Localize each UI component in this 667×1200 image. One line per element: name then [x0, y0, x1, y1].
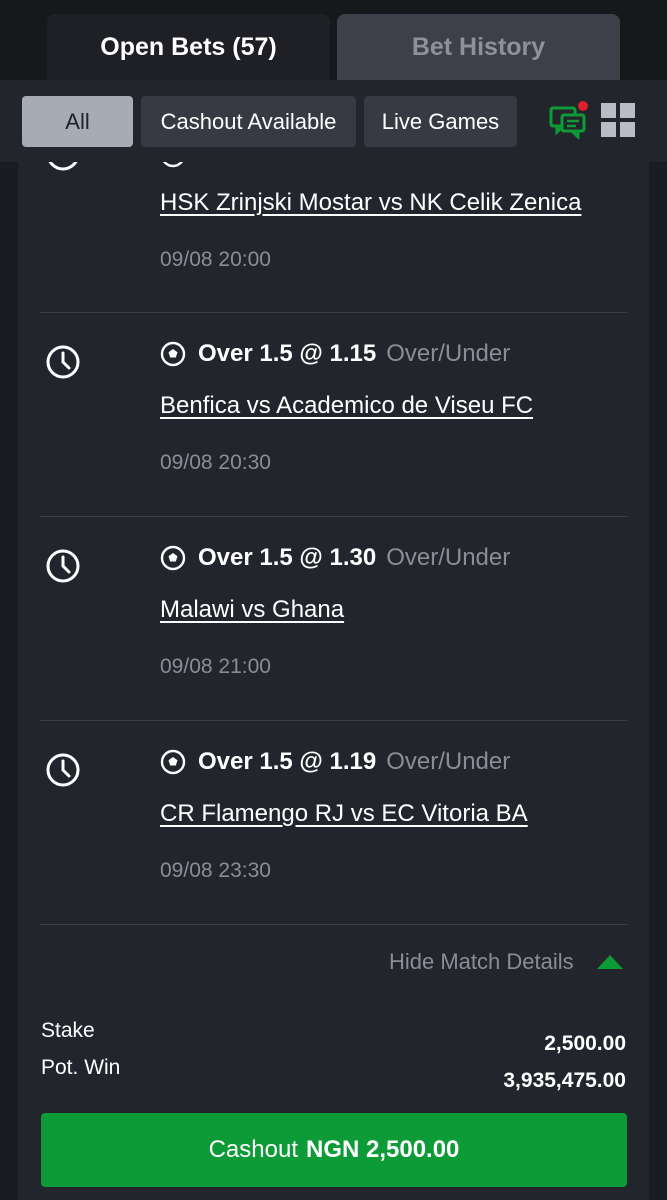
selection-text: Over 1.5 @ 1.15 — [198, 340, 377, 367]
divider — [40, 924, 627, 925]
tabs-bar: Open Bets (57) Bet History — [0, 0, 667, 80]
tab-bet-history[interactable]: Bet History — [337, 14, 620, 80]
cashout-amount: NGN 2,500.00 — [305, 1136, 460, 1163]
match-teams-link[interactable]: Malawi vs Ghana — [160, 596, 344, 624]
match-teams-link[interactable]: HSK Zrinjski Mostar vs NK Celik Zenica — [160, 189, 581, 217]
clock-icon — [46, 345, 80, 379]
pot-win-value: 3,935,475.00 — [503, 1069, 626, 1092]
selection-text: Over 1.5 @ 1.30 — [198, 544, 377, 571]
market-line: Over 1.5 @ 1.15 Over/Under — [160, 338, 510, 370]
stake-value: 2,500.00 — [544, 1032, 626, 1055]
hide-match-details-toggle[interactable]: Hide Match Details — [389, 947, 624, 977]
match-teams-link[interactable]: Benfica vs Academico de Viseu FC — [160, 392, 533, 420]
match-item: Over 1.5 @ 1.15 Over/Under Benfica vs Ac… — [18, 313, 649, 517]
clock-icon — [48, 162, 78, 171]
chat-notification-icon[interactable] — [549, 101, 589, 139]
stake-label: Stake — [41, 1019, 95, 1042]
soccer-ball-icon — [160, 545, 186, 571]
clock-icon — [46, 549, 80, 583]
open-bets-page: Open Bets (57) Bet History All Cashout A… — [0, 0, 667, 1200]
match-time: 09/08 21:00 — [160, 655, 271, 678]
match-item: Over 1.5 @ 1.19 Over/Under CR Flamengo R… — [18, 721, 649, 925]
filter-cashout-available-button[interactable]: Cashout Available — [141, 96, 356, 147]
soccer-ball-icon — [163, 162, 183, 168]
soccer-ball-icon — [160, 341, 186, 367]
bet-details-panel: HSK Zrinjski Mostar vs NK Celik Zenica 0… — [18, 162, 649, 1200]
market-text: Over/Under — [386, 544, 511, 571]
match-teams-link[interactable]: CR Flamengo RJ vs EC Vitoria BA — [160, 800, 528, 828]
match-item: Over 1.5 @ 1.30 Over/Under Malawi vs Gha… — [18, 517, 649, 721]
filter-live-games-button[interactable]: Live Games — [364, 96, 517, 147]
clock-icon — [46, 753, 80, 787]
market-text: Over/Under — [386, 748, 511, 775]
tab-open-bets[interactable]: Open Bets (57) — [47, 14, 330, 80]
hide-match-details-label: Hide Match Details — [389, 949, 574, 974]
match-time: 09/08 23:30 — [160, 859, 271, 882]
match-time: 09/08 20:00 — [160, 248, 271, 271]
pot-win-label: Pot. Win — [41, 1056, 121, 1079]
market-line: Over 1.5 @ 1.19 Over/Under — [160, 746, 510, 778]
cashout-button[interactable]: Cashout NGN 2,500.00 — [41, 1113, 627, 1187]
match-time: 09/08 20:30 — [160, 451, 271, 474]
filter-all-button[interactable]: All — [22, 96, 133, 147]
market-line: Over 1.5 @ 1.30 Over/Under — [160, 542, 510, 574]
cashout-label: Cashout — [208, 1136, 298, 1163]
match-item: HSK Zrinjski Mostar vs NK Celik Zenica 0… — [18, 162, 649, 271]
soccer-ball-icon — [160, 749, 186, 775]
market-line — [160, 162, 208, 171]
selection-text: Over 1.5 @ 1.19 — [198, 748, 377, 775]
market-text: Over/Under — [386, 340, 511, 367]
grid-view-icon[interactable] — [600, 102, 636, 138]
caret-up-icon — [596, 955, 623, 969]
